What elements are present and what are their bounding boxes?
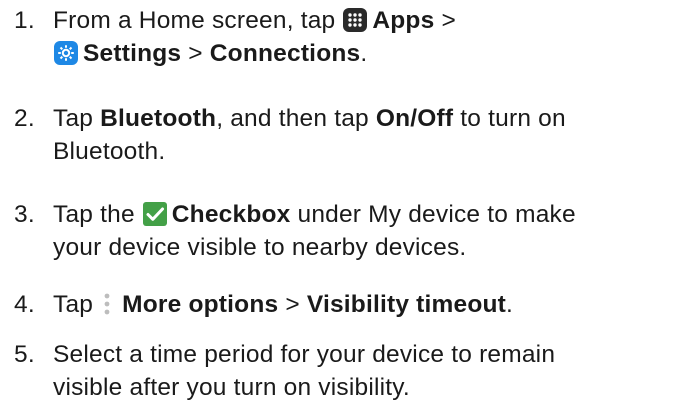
- bluetooth-label: Bluetooth: [100, 105, 217, 132]
- step-text: From a Home screen, tap Apps > Settings …: [53, 7, 456, 67]
- instruction-steps: 1. From a Home screen, tap Apps > Settin…: [0, 0, 682, 401]
- settings-label: Settings: [83, 40, 182, 67]
- settings-icon: [53, 40, 79, 66]
- step-text: Tap Bluetooth, and then tap On/Off to tu…: [53, 105, 566, 165]
- connections-label: Connections: [209, 40, 361, 67]
- more-options-label: More options: [122, 291, 279, 318]
- step-text: Tap the Checkbox under My device to make…: [53, 201, 576, 261]
- checkbox-icon: [142, 201, 168, 227]
- step-number: 2.: [14, 105, 35, 132]
- step-2: 2. Tap Bluetooth, and then tap On/Off to…: [14, 102, 674, 168]
- step-number: 4.: [14, 291, 35, 318]
- apps-label: Apps: [372, 7, 435, 34]
- more-options-icon: [100, 291, 114, 317]
- on-off-label: On/Off: [375, 105, 454, 132]
- step-1: 1. From a Home screen, tap Apps > Settin…: [14, 4, 674, 70]
- step-3: 3. Tap the Checkbox under My device to m…: [14, 198, 674, 264]
- step-text: Select a time period for your device to …: [53, 341, 556, 401]
- visibility-timeout-label: Visibility timeout: [306, 291, 507, 318]
- apps-icon: [342, 7, 368, 33]
- step-number: 5.: [14, 341, 35, 368]
- step-4: 4. Tap More options > Visibility timeout…: [14, 288, 674, 321]
- checkbox-label: Checkbox: [171, 201, 291, 228]
- step-5: 5. Select a time period for your device …: [14, 338, 674, 404]
- step-text: Tap More options > Visibility timeout.: [53, 291, 514, 318]
- step-number: 1.: [14, 7, 35, 34]
- step-number: 3.: [14, 201, 35, 228]
